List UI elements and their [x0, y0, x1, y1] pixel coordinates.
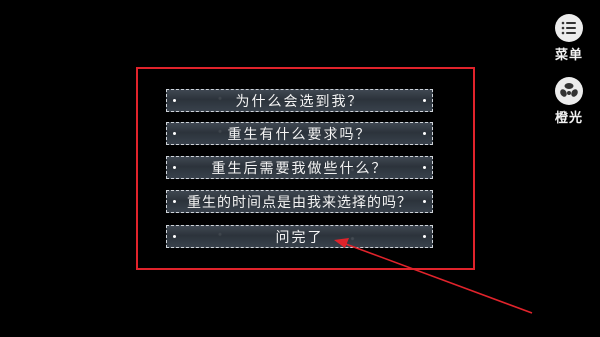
orange-light-logo-icon	[555, 77, 583, 105]
option-dot-left	[173, 200, 176, 203]
dialog-option-done[interactable]: 问完了	[166, 225, 433, 248]
dialog-option-label: 重生有什么要求吗？	[227, 126, 372, 143]
dialog-option-label: 重生后需要我做些什么？	[211, 160, 388, 177]
orange-light-label: 橙光	[554, 111, 583, 126]
option-dot-right	[423, 132, 426, 135]
menu-label: 菜单	[554, 48, 583, 63]
dialog-option-why-me[interactable]: 为什么会选到我？	[166, 89, 433, 112]
option-dot-right	[423, 235, 426, 238]
option-dot-left	[173, 132, 176, 135]
dialog-option-requirements[interactable]: 重生有什么要求吗？	[166, 122, 433, 145]
menu-button[interactable]: 菜单	[543, 14, 595, 70]
dialog-option-choose-time[interactable]: 重生的时间点是由我来选择的吗？	[166, 190, 433, 213]
list-icon	[555, 14, 583, 42]
option-dot-right	[423, 200, 426, 203]
dialog-option-label: 重生的时间点是由我来选择的吗？	[187, 194, 412, 211]
option-dot-left	[173, 166, 176, 169]
option-dot-left	[173, 235, 176, 238]
option-dot-right	[423, 99, 426, 102]
dialog-option-what-to-do[interactable]: 重生后需要我做些什么？	[166, 156, 433, 179]
option-dot-right	[423, 166, 426, 169]
dialog-option-label: 为什么会选到我？	[235, 93, 364, 110]
orange-light-button[interactable]: 橙光	[543, 77, 595, 133]
dialog-option-label: 问完了	[275, 229, 324, 246]
option-dot-left	[173, 99, 176, 102]
